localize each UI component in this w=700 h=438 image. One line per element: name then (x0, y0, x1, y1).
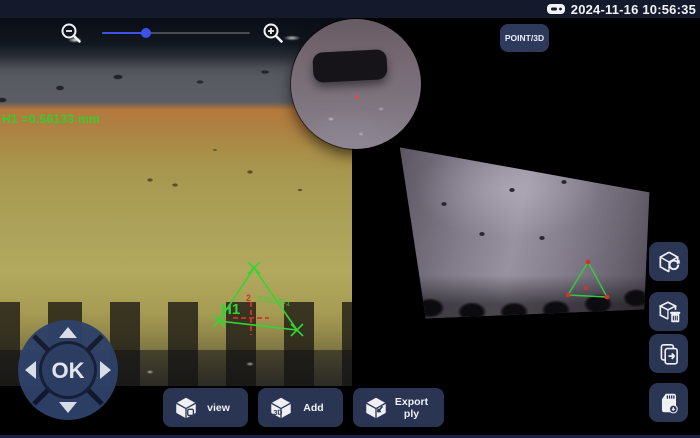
magnified-slot-feature (312, 49, 387, 83)
zoom-slider[interactable] (102, 32, 250, 34)
delete-pointcloud-button[interactable] (649, 292, 688, 331)
file-export-icon (656, 341, 682, 367)
ok-button[interactable]: OK (42, 344, 94, 396)
zoom-out-button[interactable] (60, 22, 82, 44)
export-ply-button[interactable]: Export ply (353, 388, 444, 427)
cube-view-icon (173, 395, 199, 421)
cube-reset-icon (656, 249, 682, 275)
cube-export-icon (363, 395, 389, 421)
export-file-button[interactable] (649, 334, 688, 373)
annotation-point-label: H1 (221, 301, 240, 318)
pointcloud-measurement-marker (560, 250, 620, 310)
measurement-app-screen: H1 =0.56133 mm H1 2 0.5613#1 (0, 0, 700, 438)
export-ply-button-label: Export ply (389, 396, 434, 420)
zoom-out-magnifier-icon (63, 25, 80, 42)
annotation-value-tag: 0.5613#1 (257, 294, 292, 308)
add-button-label: Add (294, 402, 333, 414)
sd-save-icon (656, 390, 682, 416)
cube-delete-icon (656, 299, 682, 325)
storage-disk-icon (546, 3, 566, 15)
add-button[interactable]: 3D Add (258, 388, 343, 427)
annotation-cursor-index: 2 (246, 293, 251, 303)
zoom-in-button[interactable] (262, 22, 284, 44)
point-3d-mode-button[interactable]: POINT/3D (500, 24, 549, 52)
cube-3d-add-icon: 3D (268, 395, 294, 421)
zoom-in-magnifier-icon (265, 25, 282, 42)
magnifier-preview (291, 19, 421, 149)
view-button[interactable]: view (163, 388, 248, 427)
zoom-slider-fill (102, 32, 146, 34)
clock-timestamp: 2024-11-16 10:56:35 (571, 3, 696, 16)
zoom-slider-thumb[interactable] (141, 28, 151, 38)
save-to-sd-button[interactable] (649, 383, 688, 422)
cube-3d-text: 3D (273, 409, 282, 417)
dpad-control: OK (16, 318, 120, 422)
reset-3d-view-button[interactable] (649, 242, 688, 281)
status-topbar: 2024-11-16 10:56:35 (0, 0, 700, 18)
ok-button-label: OK (52, 358, 85, 383)
view-button-label: view (199, 402, 238, 414)
